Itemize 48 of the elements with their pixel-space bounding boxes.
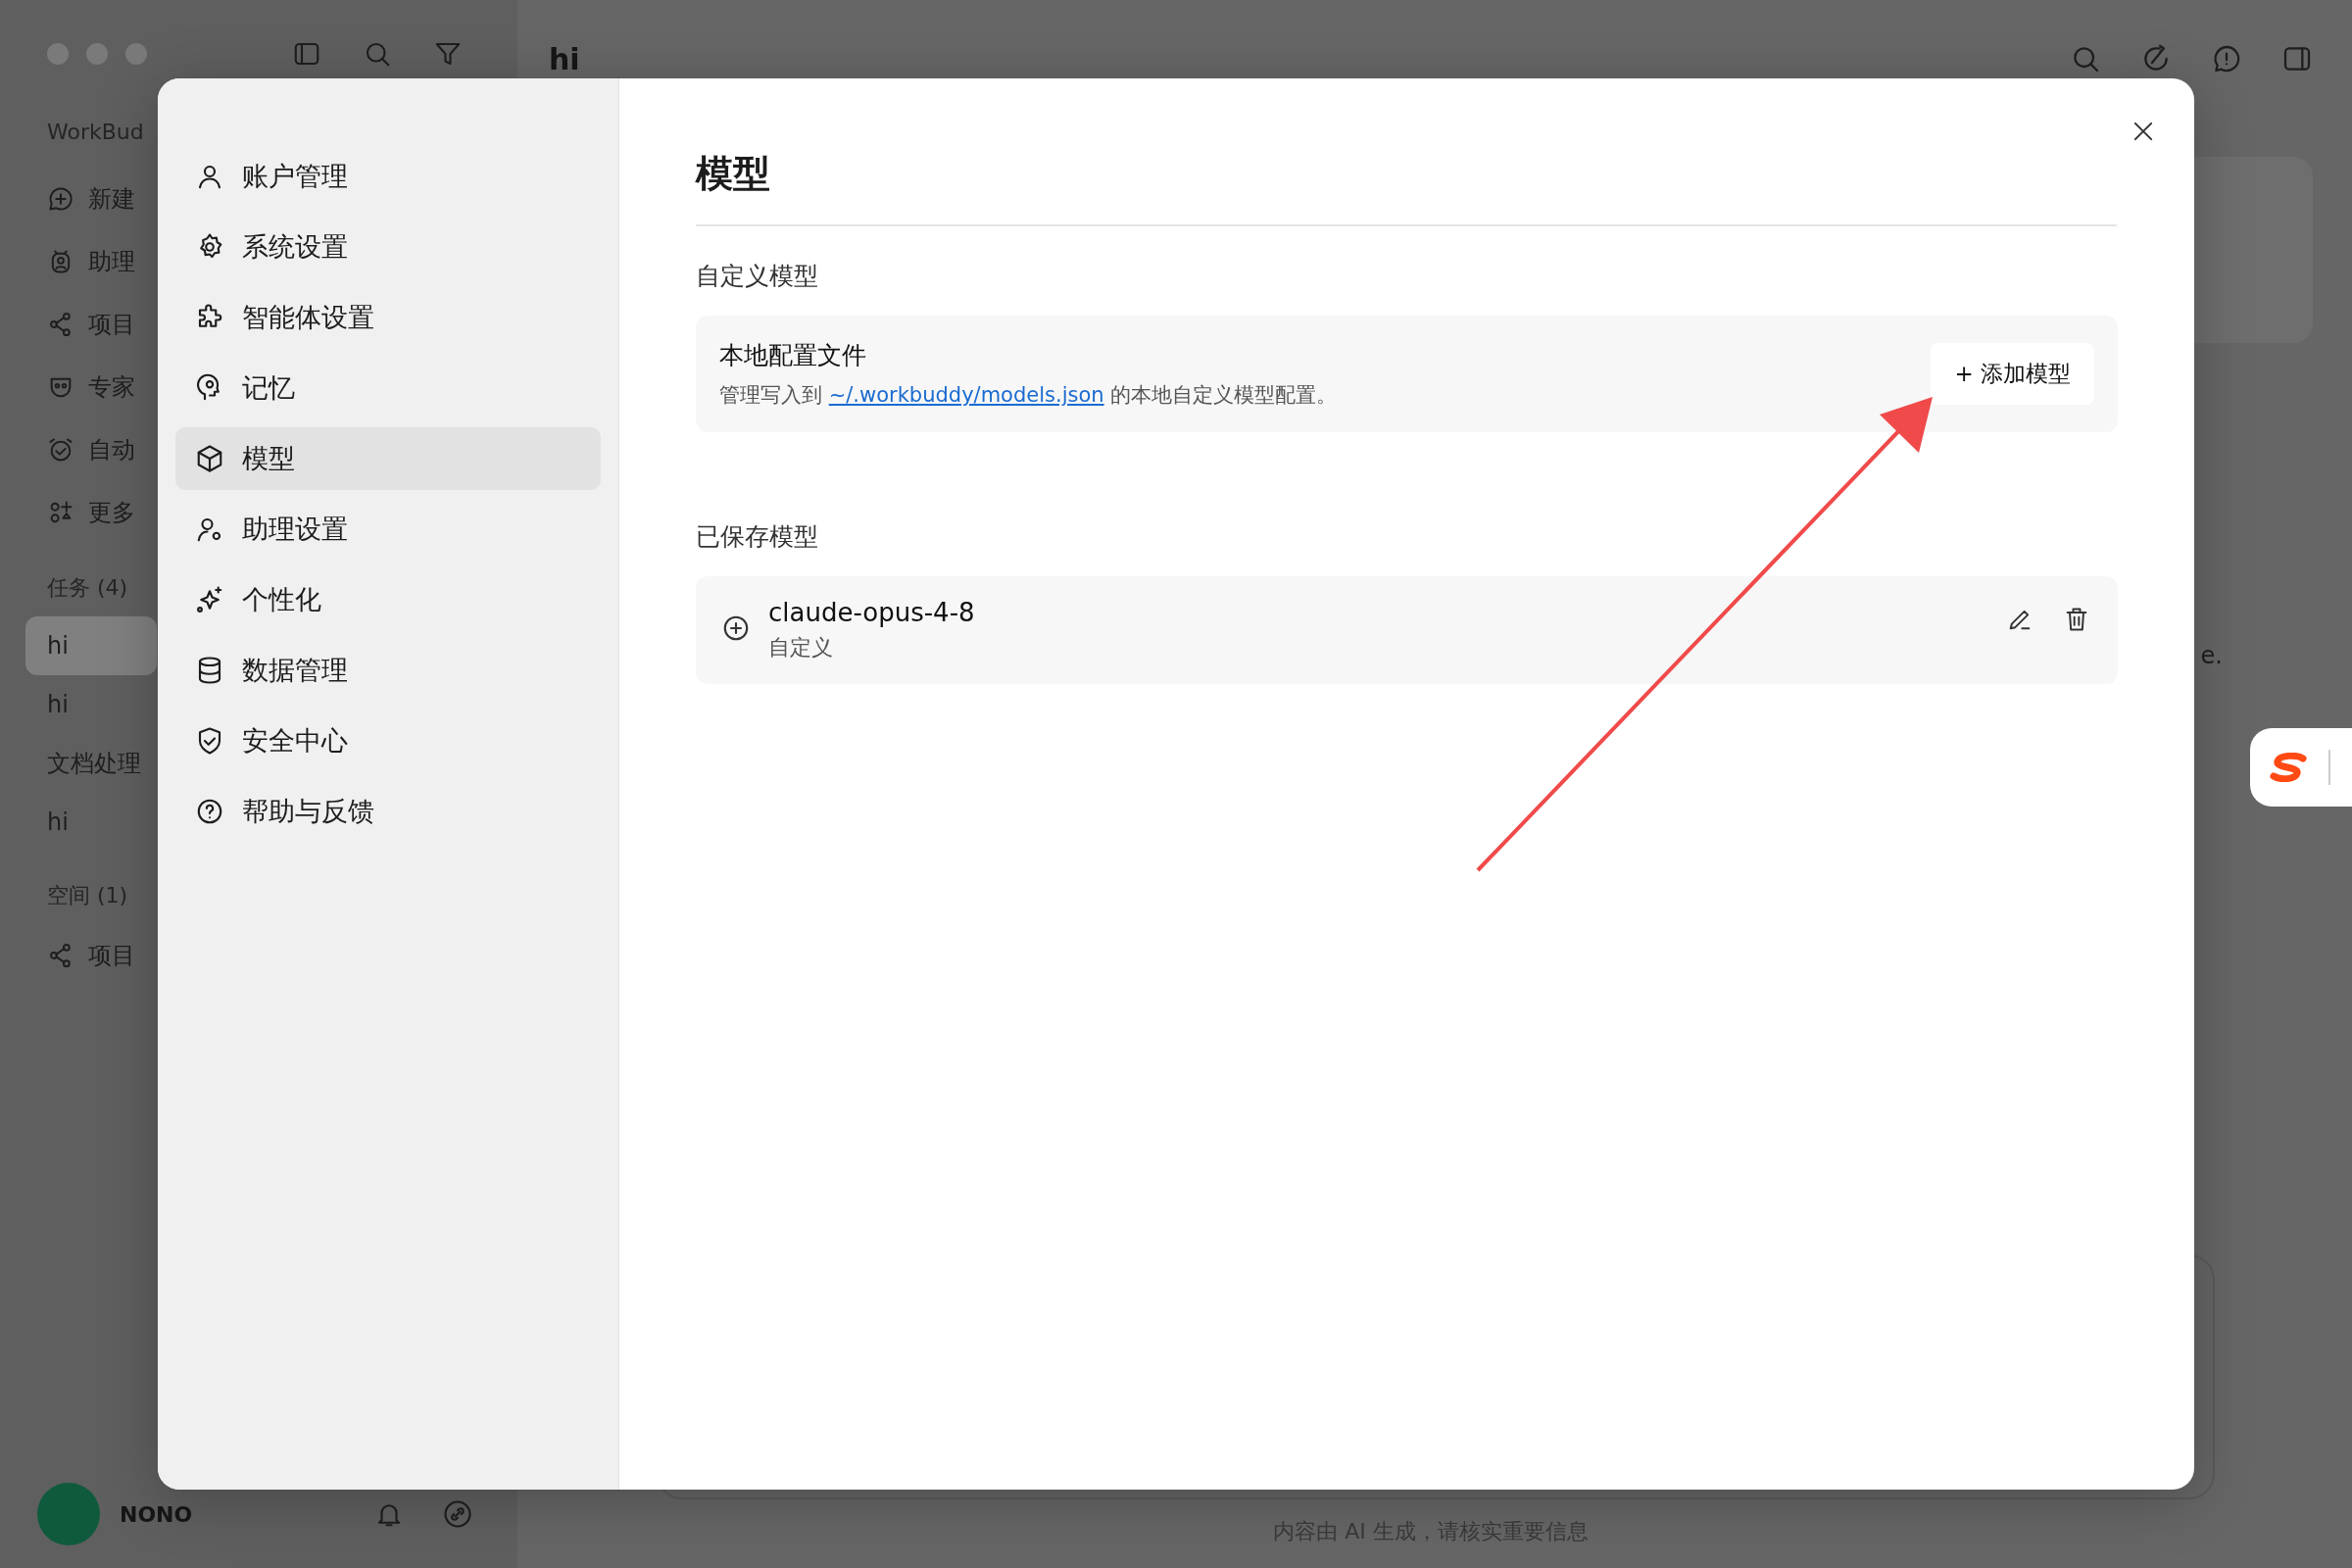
help-icon — [195, 797, 224, 826]
floating-widget[interactable] — [2250, 728, 2352, 807]
settings-nav-item[interactable]: 个性化 — [175, 568, 601, 631]
settings-nav-item[interactable]: 安全中心 — [175, 710, 601, 772]
card-title: 本地配置文件 — [719, 340, 867, 371]
window-minimize-dot[interactable] — [86, 43, 108, 65]
section-heading: 已保存模型 — [696, 521, 819, 553]
chat-plus-icon[interactable] — [47, 185, 74, 213]
sidebar-item[interactable]: 专家 — [88, 371, 135, 403]
task-item[interactable]: hi — [25, 675, 157, 734]
settings-nav-item[interactable]: 记忆 — [175, 357, 601, 419]
task-item[interactable]: hi — [25, 793, 157, 852]
sidebar-item[interactable]: 助理 — [88, 246, 135, 277]
plus-circle-icon[interactable] — [721, 613, 751, 643]
description-text: 管理写入到 — [719, 383, 822, 407]
link-icon[interactable] — [443, 1499, 472, 1529]
alarm-clock-icon[interactable] — [47, 436, 74, 464]
settings-nav-item[interactable]: 帮助与反馈 — [175, 780, 601, 843]
comment-icon[interactable] — [2211, 43, 2242, 74]
model-name: claude-opus-4-8 — [768, 598, 976, 627]
settings-nav-item[interactable]: 助理设置 — [175, 498, 601, 561]
settings-nav-item[interactable]: 智能体设置 — [175, 286, 601, 349]
description-text: 的本地自定义模型配置。 — [1110, 383, 1338, 407]
sidebar-item[interactable]: 自动 — [88, 434, 135, 466]
message-text: e. — [2200, 642, 2223, 669]
task-item[interactable]: hi — [25, 616, 157, 675]
window-close-dot[interactable] — [47, 43, 69, 65]
cube-icon — [195, 444, 224, 473]
settings-nav-item[interactable]: 数据管理 — [175, 639, 601, 702]
file-link[interactable]: ~/.workbuddy/models.json — [828, 383, 1104, 407]
model-type: 自定义 — [768, 634, 834, 662]
chat-title: hi — [549, 41, 580, 76]
s-logo-icon[interactable] — [2270, 753, 2309, 782]
app-name: WorkBud — [47, 120, 145, 144]
add-model-button[interactable]: + 添加模型 — [1931, 343, 2094, 405]
page-title: 模型 — [696, 149, 2117, 226]
settings-nav-item[interactable]: 账户管理 — [175, 145, 601, 208]
sidebar-item[interactable]: 项目 — [88, 309, 135, 340]
sparkle-icon — [195, 585, 224, 614]
sidebar-item[interactable]: 更多 — [88, 497, 135, 528]
task-item[interactable]: 文档处理 — [25, 734, 157, 793]
window-zoom-dot[interactable] — [125, 43, 147, 65]
section-heading: 自定义模型 — [696, 261, 819, 292]
user-name: NONO — [120, 1501, 194, 1527]
space-item[interactable]: 项目 — [88, 940, 135, 971]
settings-nav-item[interactable]: 系统设置 — [175, 216, 601, 278]
settings-nav-item[interactable]: 模型 — [175, 427, 601, 490]
sidebar-item[interactable]: 新建 — [88, 183, 135, 215]
